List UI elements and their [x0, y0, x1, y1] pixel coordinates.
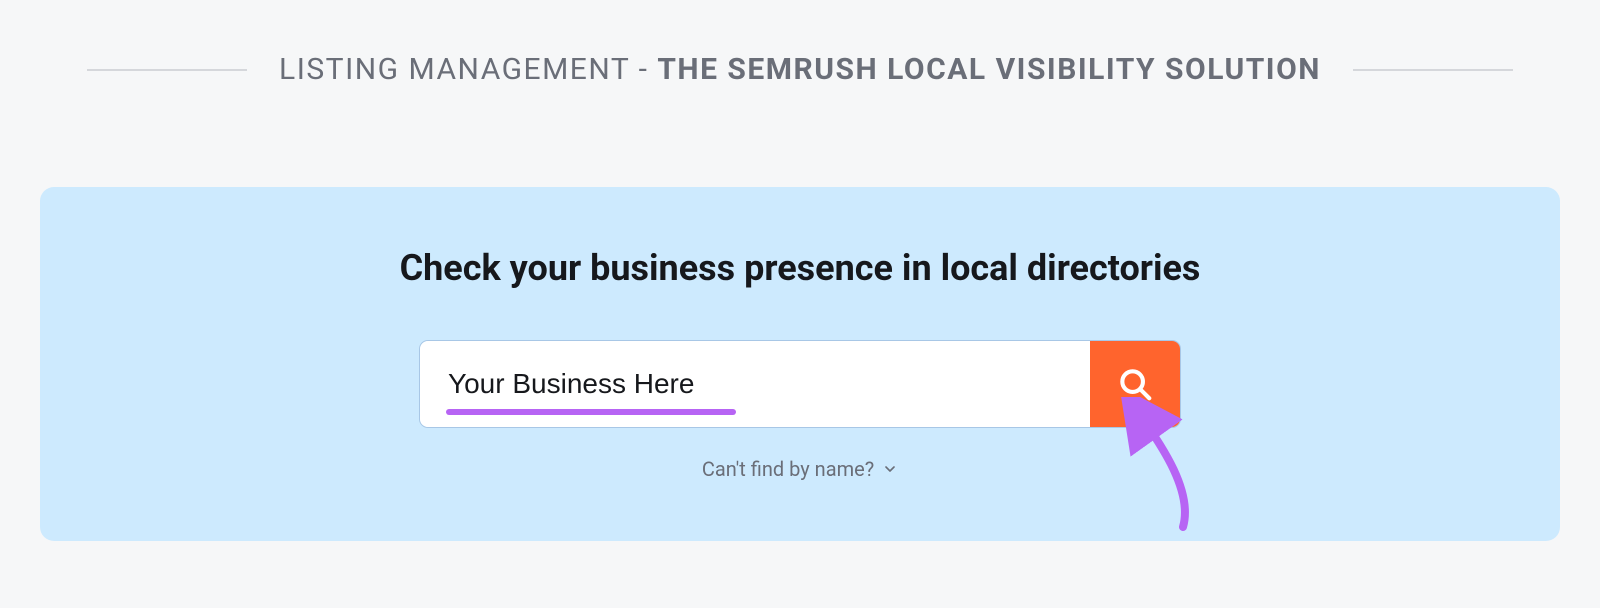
search-button[interactable] [1090, 341, 1180, 427]
search-icon [1116, 365, 1154, 403]
header-divider-left [87, 69, 247, 71]
hint-label: Can't find by name? [702, 457, 874, 481]
listing-search-panel: Check your business presence in local di… [40, 187, 1560, 541]
input-highlight-underline [446, 409, 736, 415]
search-row [420, 341, 1180, 427]
header-title: LISTING MANAGEMENT - THE SEMRUSH LOCAL V… [279, 52, 1321, 87]
header-title-light: LISTING MANAGEMENT - [279, 52, 657, 87]
cant-find-by-name-link[interactable]: Can't find by name? [702, 457, 898, 481]
header-title-bold: THE SEMRUSH LOCAL VISIBILITY SOLUTION [657, 52, 1321, 87]
chevron-down-icon [882, 461, 898, 477]
panel-heading: Check your business presence in local di… [400, 247, 1201, 289]
header-divider-right [1353, 69, 1513, 71]
page-header: LISTING MANAGEMENT - THE SEMRUSH LOCAL V… [0, 0, 1600, 87]
